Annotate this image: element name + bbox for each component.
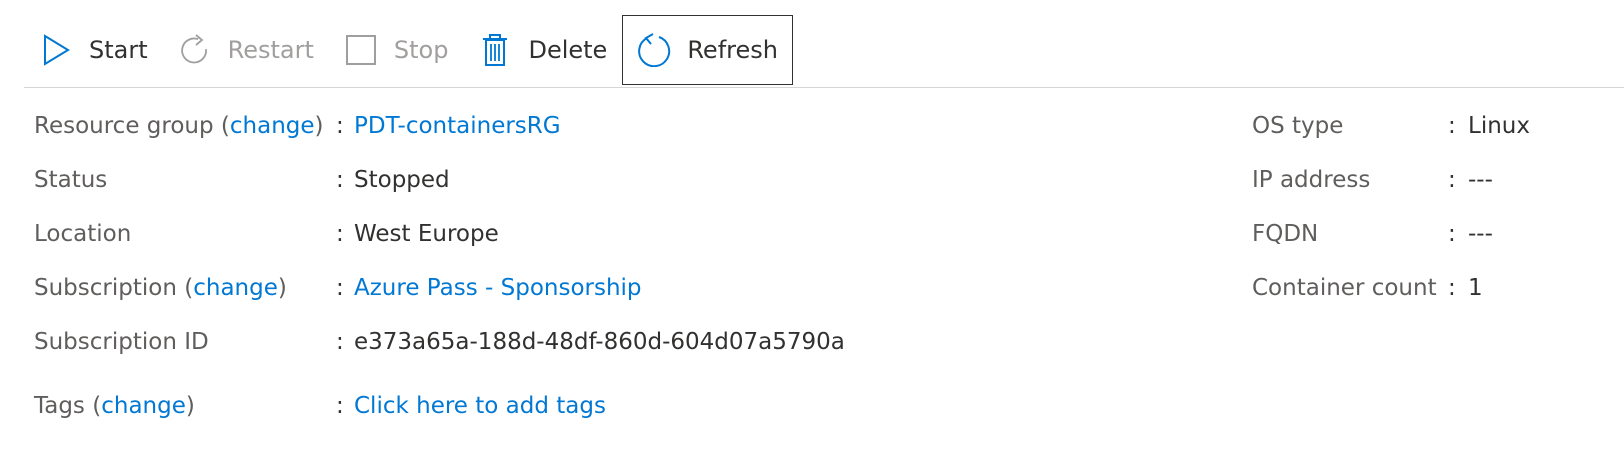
- container-count-value: 1: [1468, 275, 1483, 301]
- ip-address-key: IP address: [1252, 167, 1371, 193]
- resource-group-change-link[interactable]: change: [230, 113, 315, 139]
- command-bar: Start Restart Stop Delete Refresh: [24, 14, 1624, 86]
- subscription-key: Subscription (change): [34, 275, 287, 301]
- location-key: Location: [34, 221, 132, 247]
- add-tags-link[interactable]: Click here to add tags: [354, 393, 606, 419]
- delete-button[interactable]: Delete: [463, 15, 622, 85]
- delete-label: Delete: [528, 36, 608, 64]
- refresh-label: Refresh: [687, 36, 778, 64]
- toolbar-divider: [24, 87, 1624, 88]
- fqdn-key: FQDN: [1252, 221, 1319, 247]
- refresh-icon: [637, 33, 671, 67]
- refresh-button[interactable]: Refresh: [622, 15, 793, 85]
- fqdn-value: ---: [1468, 221, 1493, 247]
- stop-label: Stop: [393, 36, 449, 64]
- play-icon: [39, 33, 73, 67]
- restart-label: Restart: [227, 36, 314, 64]
- status-key: Status: [34, 167, 108, 193]
- ip-address-value: ---: [1468, 167, 1493, 193]
- os-type-key: OS type: [1252, 113, 1344, 139]
- subscription-change-link[interactable]: change: [193, 275, 278, 301]
- stop-icon: [344, 33, 378, 67]
- restart-button[interactable]: Restart: [163, 15, 329, 85]
- restart-icon: [178, 33, 212, 67]
- subscription-link[interactable]: Azure Pass - Sponsorship: [354, 275, 642, 301]
- start-label: Start: [89, 36, 148, 64]
- subscription-id-value: e373a65a-188d-48df-860d-604d07a5790a: [354, 329, 845, 355]
- resource-group-key: Resource group (change): [34, 113, 324, 139]
- tags-key: Tags (change): [34, 393, 195, 419]
- trash-icon: [478, 33, 512, 67]
- os-type-value: Linux: [1468, 113, 1530, 139]
- status-value: Stopped: [354, 167, 450, 193]
- container-count-key: Container count: [1252, 275, 1437, 301]
- subscription-id-key: Subscription ID: [34, 329, 209, 355]
- stop-button[interactable]: Stop: [329, 15, 464, 85]
- resource-group-link[interactable]: PDT-containersRG: [354, 113, 561, 139]
- tags-change-link[interactable]: change: [101, 393, 186, 419]
- location-value: West Europe: [354, 221, 499, 247]
- start-button[interactable]: Start: [24, 15, 163, 85]
